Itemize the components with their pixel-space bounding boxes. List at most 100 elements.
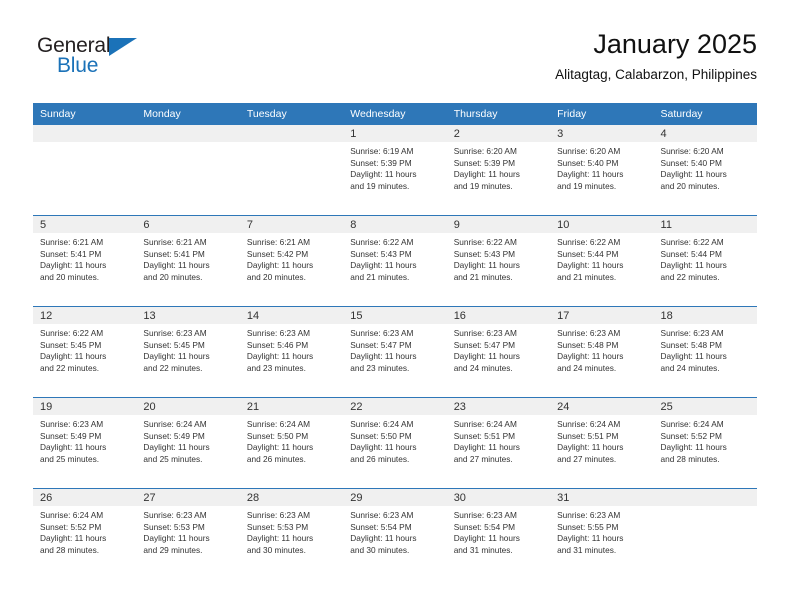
calendar-day-cell[interactable]: 17 Sunrise: 6:23 AM Sunset: 5:48 PM Dayligh… — [550, 306, 654, 398]
day-sun-info: Sunrise: 6:20 AM Sunset: 5:40 PM Daylight:… — [550, 142, 653, 192]
sunrise-time: Sunrise: 6:24 AM — [246, 419, 311, 429]
calendar-day-cell[interactable]: 21 Sunrise: 6:24 AM Sunset: 5:50 PM Dayligh… — [239, 397, 344, 489]
day-cell-inner: 15 Sunrise: 6:23 AM Sunset: 5:47 PM Dayligh… — [343, 307, 447, 397]
calendar-day-cell[interactable]: 13 Sunrise: 6:23 AM Sunset: 5:45 PM Dayligh… — [136, 306, 240, 398]
daylight-duration-line2: and 20 minutes. — [40, 271, 100, 282]
daylight-duration-line2: and 24 minutes. — [557, 362, 617, 373]
sunset-time: Sunset: 5:53 PM — [143, 521, 205, 532]
day-number — [33, 125, 137, 142]
day-cell-inner: 22 Sunrise: 6:24 AM Sunset: 5:50 PM Dayligh… — [343, 398, 447, 488]
sunrise-time: Sunrise: 6:24 AM — [557, 419, 621, 429]
day-cell-inner: 10 Sunrise: 6:22 AM Sunset: 5:44 PM Dayligh… — [550, 216, 654, 306]
calendar-day-cell[interactable]: 16 Sunrise: 6:23 AM Sunset: 5:47 PM Dayligh… — [446, 306, 551, 398]
day-cell-inner — [239, 125, 344, 215]
sunset-time: Sunset: 5:41 PM — [40, 248, 102, 259]
calendar-day-cell[interactable]: 1 Sunrise: 6:19 AM Sunset: 5:39 PM Daylight… — [343, 125, 447, 216]
sunrise-time: Sunrise: 6:21 AM — [246, 237, 311, 247]
day-cell-inner: 2 Sunrise: 6:20 AM Sunset: 5:39 PM Daylight… — [446, 125, 551, 215]
daylight-duration-line1: Daylight: 11 hours — [557, 533, 624, 544]
day-number: 29 — [343, 489, 447, 506]
calendar-day-cell[interactable]: 7 Sunrise: 6:21 AM Sunset: 5:42 PM Daylight… — [239, 215, 344, 307]
daylight-duration-line1: Daylight: 11 hours — [660, 169, 727, 180]
daylight-duration-line1: Daylight: 11 hours — [143, 260, 210, 271]
sunset-time: Sunset: 5:46 PM — [246, 339, 309, 350]
day-number: 15 — [343, 307, 447, 324]
daylight-duration-line1: Daylight: 11 hours — [350, 533, 417, 544]
day-number: 28 — [239, 489, 344, 506]
calendar-day-cell[interactable]: 6 Sunrise: 6:21 AM Sunset: 5:41 PM Daylight… — [136, 215, 240, 307]
calendar-day-cell[interactable]: 8 Sunrise: 6:22 AM Sunset: 5:43 PM Daylight… — [343, 215, 447, 307]
calendar-day-cell[interactable]: 27 Sunrise: 6:23 AM Sunset: 5:53 PM Dayligh… — [136, 488, 240, 579]
sunset-time: Sunset: 5:45 PM — [40, 339, 102, 350]
brand-logo[interactable]: General Blue — [37, 34, 217, 92]
calendar-day-cell[interactable]: 10 Sunrise: 6:22 AM Sunset: 5:44 PM Dayligh… — [550, 215, 654, 307]
calendar-day-cell[interactable]: 5 Sunrise: 6:21 AM Sunset: 5:41 PM Daylight… — [33, 215, 137, 307]
daylight-duration-line2: and 26 minutes. — [350, 453, 410, 464]
calendar-day-cell[interactable]: 3 Sunrise: 6:20 AM Sunset: 5:40 PM Daylight… — [550, 125, 654, 216]
day-sun-info: Sunrise: 6:21 AM Sunset: 5:41 PM Daylight:… — [33, 233, 136, 283]
day-sun-info: Sunrise: 6:23 AM Sunset: 5:54 PM Daylight:… — [343, 506, 446, 556]
calendar-day-cell[interactable]: 29 Sunrise: 6:23 AM Sunset: 5:54 PM Dayligh… — [343, 488, 447, 579]
daylight-duration-line2: and 20 minutes. — [246, 271, 306, 282]
calendar-day-cell[interactable]: 11 Sunrise: 6:22 AM Sunset: 5:44 PM Dayligh… — [653, 215, 757, 307]
calendar-day-cell[interactable]: 18 Sunrise: 6:23 AM Sunset: 5:48 PM Dayligh… — [653, 306, 757, 398]
sunrise-time: Sunrise: 6:24 AM — [143, 419, 207, 429]
sunrise-time: Sunrise: 6:23 AM — [557, 510, 621, 520]
calendar-day-cell[interactable]: 26 Sunrise: 6:24 AM Sunset: 5:52 PM Dayligh… — [33, 488, 137, 579]
calendar-day-cell[interactable]: 24 Sunrise: 6:24 AM Sunset: 5:51 PM Dayligh… — [550, 397, 654, 489]
calendar-week-row: 26 Sunrise: 6:24 AM Sunset: 5:52 PM Dayligh… — [33, 488, 757, 579]
daylight-duration-line1: Daylight: 11 hours — [660, 442, 727, 453]
sunset-time: Sunset: 5:49 PM — [40, 430, 102, 441]
calendar-day-cell[interactable]: 23 Sunrise: 6:24 AM Sunset: 5:51 PM Dayligh… — [446, 397, 551, 489]
weekday-header-monday: Monday — [136, 103, 240, 125]
calendar-day-cell[interactable]: 2 Sunrise: 6:20 AM Sunset: 5:39 PM Daylight… — [446, 125, 551, 216]
sunrise-time: Sunrise: 6:22 AM — [557, 237, 621, 247]
calendar-day-cell[interactable]: 30 Sunrise: 6:23 AM Sunset: 5:54 PM Dayligh… — [446, 488, 551, 579]
brand-name-blue: Blue — [57, 54, 99, 77]
daylight-duration-line2: and 31 minutes. — [453, 544, 513, 555]
calendar-day-cell[interactable]: 19 Sunrise: 6:23 AM Sunset: 5:49 PM Dayligh… — [33, 397, 137, 489]
calendar-week-row: 12 Sunrise: 6:22 AM Sunset: 5:45 PM Dayligh… — [33, 306, 757, 398]
day-sun-info: Sunrise: 6:22 AM Sunset: 5:45 PM Daylight:… — [33, 324, 136, 374]
day-sun-info: Sunrise: 6:22 AM Sunset: 5:44 PM Daylight:… — [654, 233, 757, 283]
calendar-day-cell[interactable]: 12 Sunrise: 6:22 AM Sunset: 5:45 PM Dayligh… — [33, 306, 137, 398]
day-sun-info: Sunrise: 6:20 AM Sunset: 5:40 PM Daylight:… — [654, 142, 757, 192]
sunset-time: Sunset: 5:47 PM — [350, 339, 412, 350]
day-cell-inner: 5 Sunrise: 6:21 AM Sunset: 5:41 PM Daylight… — [33, 216, 137, 306]
calendar-day-cell-empty — [136, 125, 240, 216]
calendar-day-cell[interactable]: 14 Sunrise: 6:23 AM Sunset: 5:46 PM Dayligh… — [239, 306, 344, 398]
calendar-day-cell[interactable]: 9 Sunrise: 6:22 AM Sunset: 5:43 PM Daylight… — [446, 215, 551, 307]
day-cell-inner: 14 Sunrise: 6:23 AM Sunset: 5:46 PM Dayligh… — [239, 307, 344, 397]
weekday-header-tuesday: Tuesday — [239, 103, 344, 125]
daylight-duration-line1: Daylight: 11 hours — [350, 351, 417, 362]
calendar-day-cell[interactable]: 22 Sunrise: 6:24 AM Sunset: 5:50 PM Dayligh… — [343, 397, 447, 489]
calendar-day-cell[interactable]: 25 Sunrise: 6:24 AM Sunset: 5:52 PM Dayligh… — [653, 397, 757, 489]
calendar-day-cell[interactable]: 31 Sunrise: 6:23 AM Sunset: 5:55 PM Dayligh… — [550, 488, 654, 579]
day-cell-inner: 23 Sunrise: 6:24 AM Sunset: 5:51 PM Dayligh… — [446, 398, 551, 488]
sunrise-time: Sunrise: 6:23 AM — [453, 328, 517, 338]
day-number: 19 — [33, 398, 137, 415]
sunrise-time: Sunrise: 6:21 AM — [40, 237, 104, 247]
calendar-day-cell[interactable]: 4 Sunrise: 6:20 AM Sunset: 5:40 PM Daylight… — [653, 125, 757, 216]
daylight-duration-line1: Daylight: 11 hours — [660, 260, 727, 271]
day-number: 16 — [446, 307, 551, 324]
sunset-time: Sunset: 5:53 PM — [246, 521, 309, 532]
day-sun-info: Sunrise: 6:23 AM Sunset: 5:48 PM Daylight:… — [550, 324, 653, 374]
day-number: 23 — [446, 398, 551, 415]
day-number: 3 — [550, 125, 654, 142]
daylight-duration-line2: and 28 minutes. — [660, 453, 720, 464]
sunrise-time: Sunrise: 6:22 AM — [660, 237, 724, 247]
calendar-day-cell[interactable]: 15 Sunrise: 6:23 AM Sunset: 5:47 PM Dayligh… — [343, 306, 447, 398]
daylight-duration-line2: and 22 minutes. — [40, 362, 100, 373]
sunrise-time: Sunrise: 6:21 AM — [143, 237, 207, 247]
sunrise-time: Sunrise: 6:19 AM — [350, 146, 414, 156]
day-number: 5 — [33, 216, 137, 233]
day-sun-info: Sunrise: 6:24 AM Sunset: 5:52 PM Daylight:… — [33, 506, 136, 556]
day-number: 26 — [33, 489, 137, 506]
day-cell-inner — [136, 125, 240, 215]
sunrise-time: Sunrise: 6:22 AM — [40, 328, 104, 338]
daylight-duration-line2: and 31 minutes. — [557, 544, 617, 555]
calendar-day-cell[interactable]: 20 Sunrise: 6:24 AM Sunset: 5:49 PM Dayligh… — [136, 397, 240, 489]
calendar-day-cell[interactable]: 28 Sunrise: 6:23 AM Sunset: 5:53 PM Dayligh… — [239, 488, 344, 579]
day-sun-info: Sunrise: 6:22 AM Sunset: 5:43 PM Daylight:… — [447, 233, 550, 283]
